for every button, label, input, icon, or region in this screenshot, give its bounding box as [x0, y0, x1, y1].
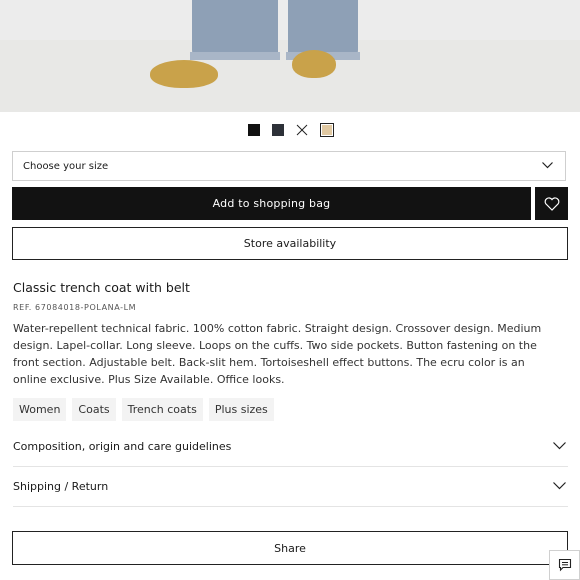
size-select-label: Choose your size — [23, 161, 109, 172]
accordion-shipping[interactable]: Shipping / Return — [13, 467, 568, 507]
category-tags: Women Coats Trench coats Plus sizes — [13, 398, 274, 421]
product-description: Water-repellent technical fabric. 100% c… — [13, 322, 542, 386]
size-select[interactable]: Choose your size — [12, 151, 566, 181]
color-swatch-black[interactable] — [248, 124, 260, 136]
image-shoe-right — [292, 50, 336, 78]
color-swatches — [0, 123, 580, 140]
chevron-down-icon — [553, 442, 566, 450]
tag-women[interactable]: Women — [13, 398, 67, 421]
chat-icon — [558, 558, 571, 572]
color-swatch-unavailable[interactable] — [296, 124, 308, 136]
accordion-shipping-label: Shipping / Return — [13, 480, 109, 493]
accordion-composition[interactable]: Composition, origin and care guidelines — [13, 427, 568, 467]
share-label: Share — [274, 541, 306, 555]
product-title: Classic trench coat with belt — [13, 280, 190, 295]
heart-icon — [544, 196, 559, 211]
tag-trench-coats[interactable]: Trench coats — [121, 398, 203, 421]
color-swatch-ecru-selected[interactable] — [320, 123, 334, 137]
accordion-composition-label: Composition, origin and care guidelines — [13, 440, 232, 453]
add-to-bag-label: Add to shopping bag — [212, 197, 331, 210]
share-button[interactable]: Share — [12, 531, 568, 565]
image-cuff-left — [190, 52, 280, 60]
product-image[interactable] — [0, 0, 580, 112]
color-swatch-navy[interactable] — [272, 124, 284, 136]
store-availability-button[interactable]: Store availability — [12, 227, 568, 260]
chevron-down-icon — [553, 482, 566, 490]
add-to-bag-button[interactable]: Add to shopping bag — [12, 187, 531, 220]
crossed-out-icon — [296, 124, 308, 136]
tag-plus-sizes[interactable]: Plus sizes — [208, 398, 274, 421]
product-ref: REF. 67084018-POLANA-LM — [13, 303, 137, 312]
image-shoe-left — [150, 60, 218, 88]
image-jeans-left-leg — [192, 0, 278, 60]
chat-button[interactable] — [549, 550, 580, 580]
tag-coats[interactable]: Coats — [72, 398, 116, 421]
swatch-fill — [322, 125, 332, 135]
wishlist-button[interactable] — [535, 187, 568, 220]
chevron-down-icon — [542, 162, 553, 169]
store-availability-label: Store availability — [243, 237, 337, 250]
